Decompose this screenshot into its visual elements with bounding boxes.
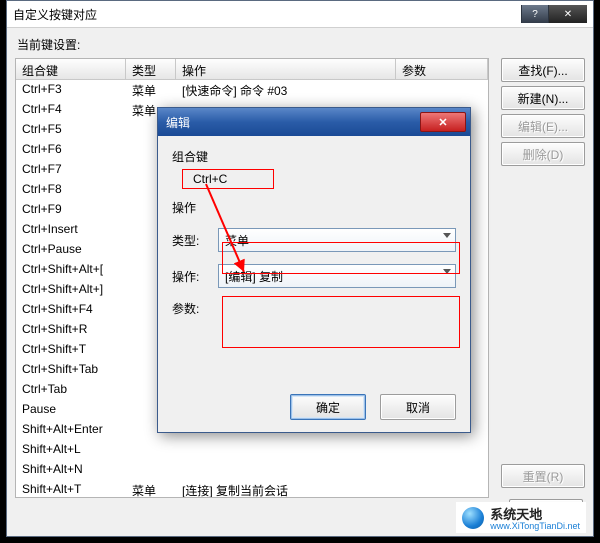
- list-header: 组合键 类型 操作 参数: [16, 59, 488, 80]
- key-combo-value: Ctrl+C: [182, 169, 274, 189]
- current-keys-label: 当前键设置:: [17, 36, 585, 53]
- key-section-label: 组合键: [172, 148, 456, 165]
- edit-dialog-buttons: 确定 取消: [290, 394, 456, 420]
- chevron-down-icon: [443, 269, 451, 274]
- table-row[interactable]: Ctrl+F3菜单[快速命令] 命令 #03: [16, 79, 488, 99]
- window-buttons: ? ✕: [521, 5, 587, 23]
- side-buttons: 查找(F)... 新建(N)... 编辑(E)... 删除(D) 重置(R): [501, 58, 585, 488]
- type-value: 菜单: [225, 232, 249, 249]
- edit-title-text: 编辑: [166, 114, 190, 131]
- operation-row: 操作: [编辑] 复制: [172, 264, 456, 288]
- operation-label: 操作:: [172, 268, 218, 285]
- type-label: 类型:: [172, 232, 218, 249]
- screenshot-root: 自定义按键对应 ? ✕ 当前键设置: 组合键 类型 操作 参数 Ctrl+F3菜…: [0, 0, 600, 543]
- table-row[interactable]: Shift+Alt+L: [16, 439, 488, 459]
- main-title-text: 自定义按键对应: [13, 6, 97, 23]
- frame-edge: [0, 537, 600, 543]
- col-key[interactable]: 组合键: [16, 59, 126, 79]
- delete-button[interactable]: 删除(D): [501, 142, 585, 166]
- operation-dropdown[interactable]: [编辑] 复制: [218, 264, 456, 288]
- param-row: 参数:: [172, 300, 456, 317]
- edit-dialog: 编辑 ✕ 组合键 Ctrl+C 操作 类型: 菜单 操作: [编辑] 复制: [157, 107, 471, 433]
- new-button[interactable]: 新建(N)...: [501, 86, 585, 110]
- edit-button[interactable]: 编辑(E)...: [501, 114, 585, 138]
- operation-value: [编辑] 复制: [225, 268, 283, 285]
- col-action[interactable]: 操作: [176, 59, 396, 79]
- param-label: 参数:: [172, 300, 218, 317]
- edit-cancel-button[interactable]: 取消: [380, 394, 456, 420]
- chevron-down-icon: [443, 233, 451, 238]
- help-button[interactable]: ?: [521, 5, 548, 23]
- logo-url: www.XiTongTianDi.net: [490, 521, 580, 531]
- edit-titlebar: 编辑 ✕: [158, 108, 470, 136]
- edit-ok-button[interactable]: 确定: [290, 394, 366, 420]
- frame-edge: [594, 0, 600, 543]
- col-type[interactable]: 类型: [126, 59, 176, 79]
- col-param[interactable]: 参数: [396, 59, 488, 79]
- edit-body: 组合键 Ctrl+C 操作 类型: 菜单 操作: [编辑] 复制: [158, 136, 470, 432]
- type-dropdown[interactable]: 菜单: [218, 228, 456, 252]
- edit-close-button[interactable]: ✕: [420, 112, 466, 132]
- find-button[interactable]: 查找(F)...: [501, 58, 585, 82]
- type-row: 类型: 菜单: [172, 228, 456, 252]
- table-row[interactable]: Shift+Alt+N: [16, 459, 488, 479]
- close-button[interactable]: ✕: [548, 5, 587, 23]
- action-section-label: 操作: [172, 199, 456, 216]
- watermark-logo: 系统天地 www.XiTongTianDi.net: [456, 502, 586, 533]
- globe-icon: [462, 507, 484, 529]
- reset-button[interactable]: 重置(R): [501, 464, 585, 488]
- main-titlebar: 自定义按键对应 ? ✕: [7, 1, 593, 28]
